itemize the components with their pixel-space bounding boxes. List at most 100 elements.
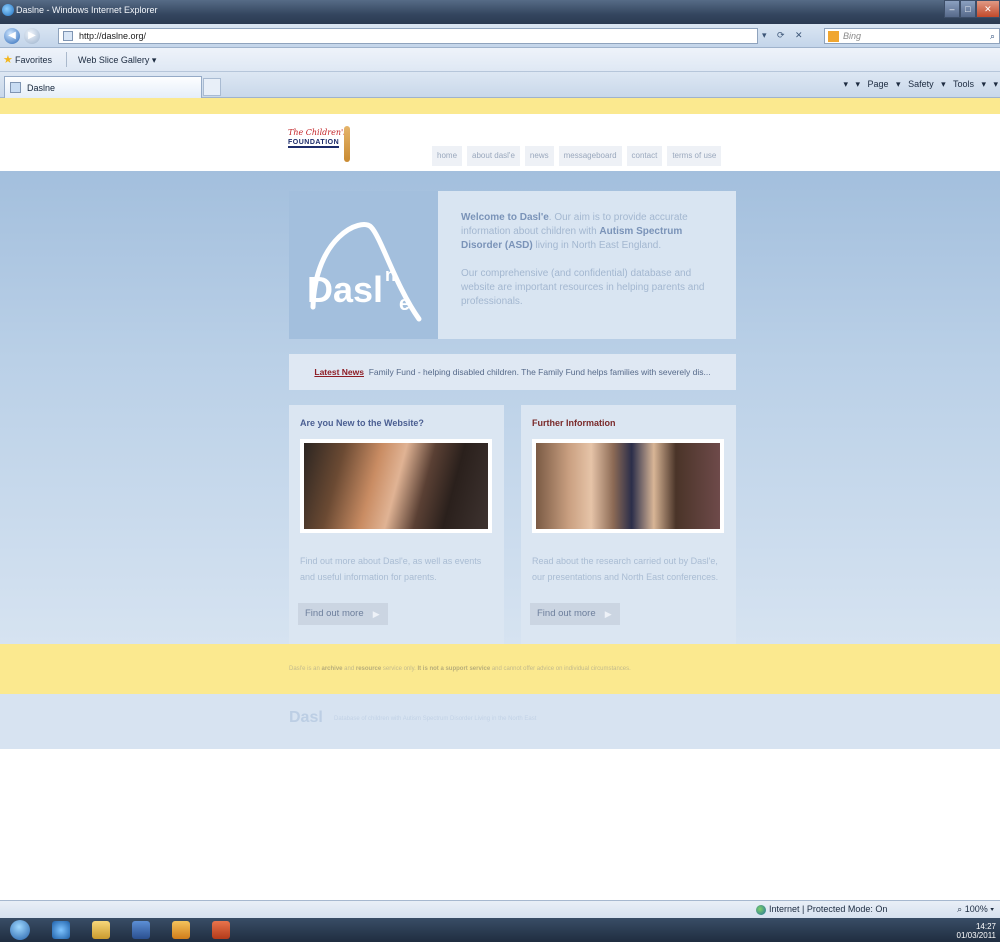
card-title: Further Information [532,418,616,428]
tab-daslne[interactable]: Daslne [4,76,202,98]
disclaimer-and: and [342,666,356,672]
zoom-level[interactable]: ⌕ 100% ▾ [957,904,994,915]
window-controls: – □ ✕ [944,0,1000,18]
card-description: Find out more about Dasl'e, as well as e… [300,556,482,582]
top-stripe [0,98,1000,114]
logo-figure-icon [344,126,350,162]
welcome-heading: Welcome to Dasl'e [461,212,549,223]
latest-news-bar: Latest News Family Fund - helping disabl… [289,354,736,390]
brand-subscript: e [399,293,410,315]
card-new-to-website: Are you New to the Website? Find out mor… [289,405,504,644]
window-title-bar: Daslne - Windows Internet Explorer – □ ✕ [0,0,1000,24]
address-url: http://daslne.org/ [79,31,147,41]
status-bar: Internet | Protected Mode: On ⌕ 100% ▾ [0,900,1000,918]
command-bar[interactable]: ▾ ▾ Page ▾ Safety ▾ Tools ▾ ▾ [844,79,999,90]
site-footer: Dasl Database of children with Autism Sp… [0,694,1000,749]
page-blank-area [0,749,1000,900]
favorites-bar: ★ Favorites Web Slice Gallery ▾ [0,48,1000,72]
disclaimer-archive: archive [321,666,343,672]
nav-terms[interactable]: terms of use [667,146,722,166]
latest-news-text[interactable]: Family Fund - helping disabled children.… [369,367,711,377]
childrens-foundation-logo[interactable]: The Children's FOUNDATION [288,126,358,162]
ie-logo-icon [2,4,14,16]
disclaimer-bar: Dasl'e is an archive and resource servic… [0,644,1000,694]
disclaimer-suffix: and cannot offer advice on individual ci… [490,666,631,672]
nav-home[interactable]: home [432,146,463,166]
divider [66,52,67,67]
search-input[interactable]: Bing ⌕ [824,28,1000,44]
card-description: Read about the research carried out by D… [532,556,719,582]
zone-text: Internet | Protected Mode: On [769,904,888,914]
button-label: Find out more [305,608,364,619]
button-label: Find out more [537,608,596,619]
welcome-text: Welcome to Dasl'e. Our aim is to provide… [461,211,721,309]
new-tab-button[interactable] [203,78,221,96]
family-photo [536,443,720,529]
tab-label: Daslne [27,83,56,93]
disclaimer-resource: resource [355,666,382,672]
disclaimer-not-support: It is not a support service [417,666,491,672]
site-nav: home about dasl'e news messageboard cont… [432,146,722,166]
address-toolbar: ◀ ▶ http://daslne.org/ ▾ ⟳ ✕ Bing ⌕ [0,24,1000,48]
welcome-intro-end: living in North East England. [532,240,662,251]
web-slice-gallery[interactable]: Web Slice Gallery ▾ [78,55,156,66]
security-zone[interactable]: Internet | Protected Mode: On [756,904,887,915]
footer-tagline: Database of children with Autism Spectru… [334,716,537,722]
latest-news-link[interactable]: Latest News [314,367,364,377]
address-tools[interactable]: ▾ ⟳ ✕ [762,30,807,41]
nav-news[interactable]: news [524,146,554,166]
maximize-button[interactable]: □ [959,0,976,18]
back-button[interactable]: ◀ [4,28,20,44]
minimize-button[interactable]: – [944,0,960,18]
logo-line-1: The Children's [288,128,348,137]
forward-button[interactable]: ▶ [24,28,40,44]
logo-line-2: FOUNDATION [288,139,340,148]
windows-taskbar: 14:27 01/03/2011 [0,918,1000,942]
nav-messageboard[interactable]: messageboard [558,146,622,166]
brand-superscript: n [385,265,396,285]
start-button[interactable] [10,920,30,940]
search-placeholder: Bing [843,31,862,41]
clock-time: 14:27 [975,922,996,931]
welcome-paragraph-2: Our comprehensive (and confidential) dat… [461,268,705,307]
window-title: Daslne - Windows Internet Explorer [16,5,158,15]
card-further-information: Further Information Read about the resea… [521,405,736,644]
page-viewport[interactable]: The Children's FOUNDATION home about das… [0,98,1000,900]
media-player-taskbar-icon[interactable] [132,921,150,939]
find-out-more-button[interactable]: Find out more ▶ [298,603,388,625]
search-icon[interactable]: ⌕ [990,29,995,43]
footer-logo: Dasl [289,709,323,726]
find-out-more-button[interactable]: Find out more ▶ [530,603,620,625]
zoom-value: 100% [964,904,988,914]
card-title: Are you New to the Website? [300,418,424,428]
powerpoint-taskbar-icon[interactable] [212,921,230,939]
close-button[interactable]: ✕ [975,0,1000,18]
card-photo-frame [300,439,492,533]
favorites-button[interactable]: Favorites [15,55,52,65]
clock-date: 01/03/2011 [956,931,996,940]
welcome-panel: Dasl n e Welcome to Dasl'e. Our aim is t… [289,191,736,339]
arrow-right-icon: ▶ [372,609,380,619]
page-icon [63,31,73,41]
outlook-taskbar-icon[interactable] [172,921,190,939]
tab-page-icon [10,82,21,93]
tab-bar: Daslne ▾ ▾ Page ▾ Safety ▾ Tools ▾ ▾ [0,72,1000,98]
favorites-star-icon[interactable]: ★ [3,53,13,66]
nav-contact[interactable]: contact [626,146,663,166]
bing-icon [828,31,839,42]
brand-text: Dasl [307,269,383,310]
card-photo-frame [532,439,724,533]
screen: Daslne - Windows Internet Explorer – □ ✕… [0,0,1000,942]
mother-child-photo [304,443,488,529]
site-header: The Children's FOUNDATION home about das… [0,114,1000,171]
daslne-arch-icon: Dasl n e [307,222,422,322]
arrow-right-icon: ▶ [604,609,612,619]
address-bar[interactable]: http://daslne.org/ [58,28,758,44]
globe-icon [756,904,766,915]
ie-taskbar-icon[interactable] [52,921,70,939]
disclaimer-prefix: Dasl'e is an [289,666,322,672]
disclaimer-mid: service only. [381,666,418,672]
system-tray[interactable]: 14:27 01/03/2011 [957,922,996,940]
nav-about[interactable]: about dasl'e [467,146,520,166]
explorer-taskbar-icon[interactable] [92,921,110,939]
